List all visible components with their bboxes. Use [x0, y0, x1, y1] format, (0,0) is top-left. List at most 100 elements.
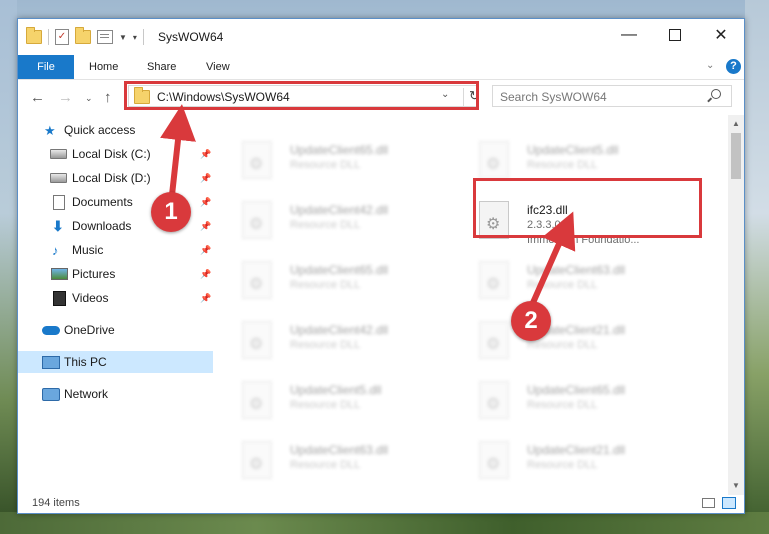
- list-item[interactable]: UpdateClient65.dll Resource DLL: [479, 379, 679, 423]
- file-name: UpdateClient21.dll: [527, 443, 626, 457]
- back-arrow-icon[interactable]: ←: [30, 89, 45, 106]
- chevron-down-icon[interactable]: ▼: [119, 33, 127, 42]
- sidebar-item-this-pc[interactable]: This PC: [18, 351, 213, 373]
- file-type: Resource DLL: [290, 279, 361, 291]
- disk-icon: [50, 173, 67, 183]
- sidebar-item-pictures[interactable]: Pictures 📌: [18, 263, 213, 285]
- up-arrow-icon[interactable]: ↑: [104, 89, 112, 106]
- list-item[interactable]: UpdateClient5.dll Resource DLL: [242, 379, 442, 423]
- list-item[interactable]: UpdateClient63.dll Resource DLL: [479, 259, 679, 303]
- pin-icon[interactable]: 📌: [200, 293, 211, 304]
- sidebar-item-label: Local Disk (C:): [72, 147, 151, 161]
- scrollbar-thumb[interactable]: [731, 133, 741, 179]
- sidebar-item-local-disk-d[interactable]: Local Disk (D:) 📌: [18, 167, 213, 189]
- maximize-button[interactable]: [652, 19, 698, 51]
- pin-icon[interactable]: 📌: [200, 245, 211, 256]
- tab-file[interactable]: File: [18, 55, 74, 79]
- file-type: Resource DLL: [290, 399, 361, 411]
- dll-file-icon: [242, 201, 272, 239]
- sidebar-item-local-disk-c[interactable]: Local Disk (C:) 📌: [18, 143, 213, 165]
- tab-share[interactable]: Share: [147, 55, 176, 79]
- file-type: Resource DLL: [290, 159, 361, 171]
- sidebar-item-network[interactable]: Network: [18, 383, 213, 405]
- sidebar-item-videos[interactable]: Videos 📌: [18, 287, 213, 309]
- dll-file-icon: [479, 261, 509, 299]
- dll-file-icon: [479, 321, 509, 359]
- address-bar[interactable]: C:\Windows\SysWOW64 ⌄ ↻: [128, 85, 480, 107]
- navigation-bar: ← → ⌄ ↑ C:\Windows\SysWOW64 ⌄ ↻ Search S…: [18, 80, 744, 114]
- properties-icon[interactable]: [97, 30, 113, 44]
- toolbar-separator: [48, 29, 49, 45]
- close-button[interactable]: ✕: [698, 19, 744, 51]
- file-type: Resource DLL: [527, 399, 598, 411]
- sidebar-item-onedrive[interactable]: OneDrive: [18, 319, 213, 341]
- address-dropdown-icon[interactable]: ⌄: [441, 89, 449, 100]
- sidebar-item-label: This PC: [64, 355, 107, 369]
- expand-ribbon-icon[interactable]: ⌄: [706, 60, 714, 71]
- dll-file-icon: [479, 441, 509, 479]
- tiles-view-icon[interactable]: [722, 497, 736, 509]
- list-item[interactable]: UpdateClient21.dll Resource DLL: [479, 319, 679, 363]
- item-count: 194 items: [32, 497, 80, 509]
- minimize-button[interactable]: —: [606, 19, 652, 51]
- toolbar-separator: [142, 29, 144, 45]
- dll-file-icon: [242, 321, 272, 359]
- pin-icon[interactable]: 📌: [200, 173, 211, 184]
- list-item[interactable]: UpdateClient65.dll Resource DLL: [242, 139, 442, 183]
- dll-file-icon: [479, 201, 509, 239]
- properties-check-icon[interactable]: ✓: [55, 29, 69, 45]
- tab-home[interactable]: Home: [89, 55, 118, 79]
- file-type: Resource DLL: [527, 159, 598, 171]
- file-name: UpdateClient65.dll: [290, 143, 389, 157]
- vertical-scrollbar[interactable]: ▲ ▼: [728, 115, 744, 495]
- navigation-pane: ★ Quick access Local Disk (C:) 📌 Local D…: [18, 115, 213, 495]
- file-name: UpdateClient65.dll: [290, 263, 389, 277]
- sidebar-item-label: Quick access: [64, 123, 136, 137]
- sidebar-item-label: Local Disk (D:): [72, 171, 151, 185]
- customize-toolbar-icon[interactable]: ▾: [133, 33, 137, 42]
- maximize-icon: [669, 29, 681, 41]
- file-name: UpdateClient5.dll: [290, 383, 382, 397]
- pc-icon: [42, 356, 60, 369]
- forward-arrow-icon[interactable]: →: [58, 89, 73, 106]
- music-icon: ♪: [52, 242, 59, 258]
- file-name: UpdateClient42.dll: [290, 323, 389, 337]
- pin-icon[interactable]: 📌: [200, 149, 211, 160]
- dll-file-icon: [479, 381, 509, 419]
- dll-file-icon: [242, 141, 272, 179]
- sidebar-item-quick-access[interactable]: ★ Quick access: [18, 119, 213, 141]
- sidebar-item-label: Pictures: [72, 267, 116, 281]
- search-icon[interactable]: [711, 89, 721, 99]
- search-input[interactable]: Search SysWOW64: [492, 85, 732, 107]
- sidebar-item-label: Network: [64, 387, 109, 401]
- help-icon[interactable]: ?: [726, 59, 741, 74]
- details-view-icon[interactable]: [702, 498, 715, 508]
- scroll-down-icon[interactable]: ▼: [732, 481, 740, 490]
- folder-icon[interactable]: [26, 27, 42, 44]
- sidebar-item-music[interactable]: ♪ Music 📌: [18, 239, 213, 261]
- file-name: UpdateClient5.dll: [527, 143, 619, 157]
- address-path[interactable]: C:\Windows\SysWOW64: [157, 90, 290, 104]
- list-item[interactable]: UpdateClient42.dll Resource DLL: [242, 319, 442, 363]
- list-item[interactable]: UpdateClient65.dll Resource DLL: [242, 259, 442, 303]
- list-item[interactable]: UpdateClient5.dll Resource DLL: [479, 139, 679, 183]
- scroll-up-icon[interactable]: ▲: [732, 119, 740, 128]
- pin-icon[interactable]: 📌: [200, 269, 211, 280]
- file-list: UpdateClient65.dll Resource DLL UpdateCl…: [214, 115, 728, 495]
- new-folder-icon[interactable]: [75, 27, 91, 44]
- refresh-icon[interactable]: ↻: [463, 88, 480, 106]
- file-version: 2.3.3.0: [527, 219, 561, 231]
- list-item[interactable]: UpdateClient42.dll Resource DLL: [242, 199, 442, 243]
- list-item[interactable]: UpdateClient63.dll Resource DLL: [242, 439, 442, 483]
- recent-locations-icon[interactable]: ⌄: [85, 93, 93, 104]
- tab-view[interactable]: View: [206, 55, 230, 79]
- desktop-background-right: [745, 0, 769, 534]
- dll-file-icon: [242, 441, 272, 479]
- dll-file-icon: [479, 141, 509, 179]
- file-ifc23-dll[interactable]: ifc23.dll 2.3.3.0 Immersion Foundatio...: [479, 199, 679, 246]
- list-item[interactable]: UpdateClient21.dll Resource DLL: [479, 439, 679, 483]
- pin-icon[interactable]: 📌: [200, 221, 211, 232]
- pin-icon[interactable]: 📌: [200, 197, 211, 208]
- onedrive-icon: [42, 326, 60, 335]
- network-icon: [42, 388, 60, 401]
